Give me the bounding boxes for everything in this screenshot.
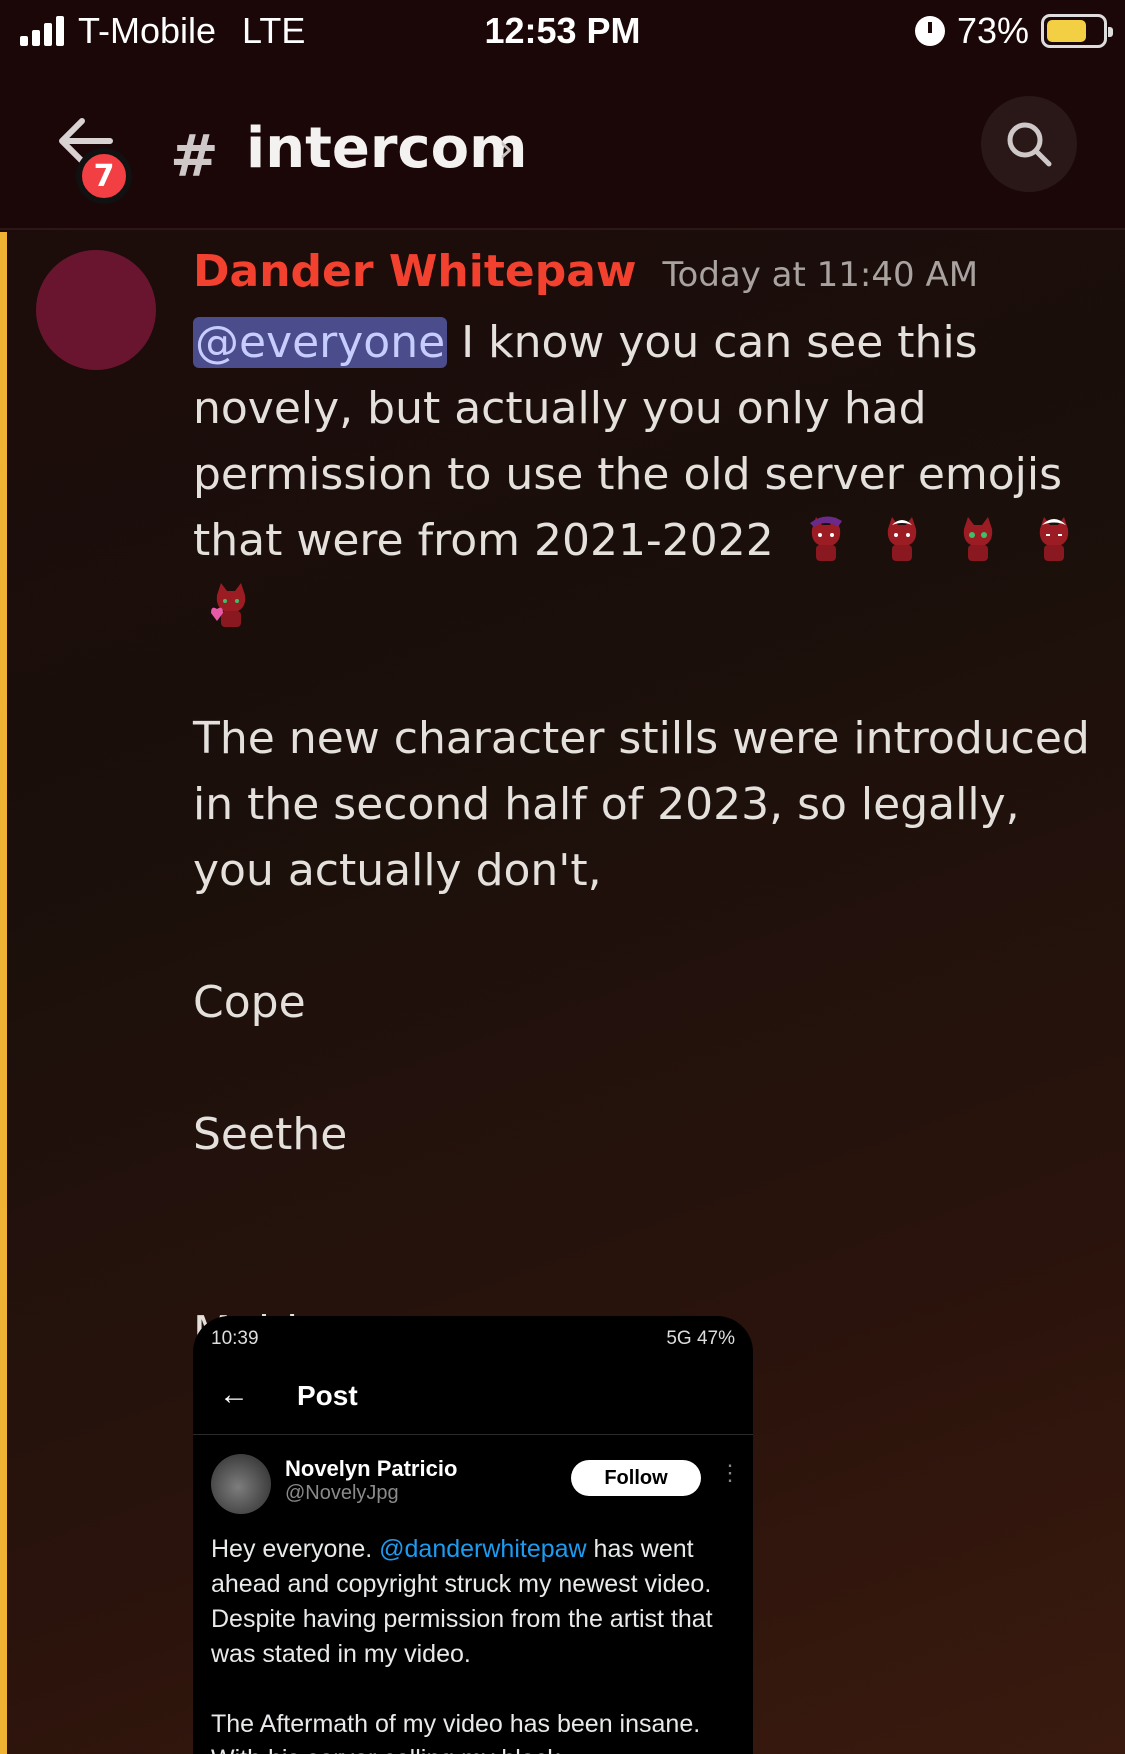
image-attachment[interactable]: 10:39 5G 47% ← Post Novelyn Patricio @No… <box>193 1316 753 1754</box>
embed-status-right: 5G 47% <box>666 1328 735 1349</box>
embed-author-name: Novelyn Patricio <box>285 1456 458 1481</box>
cat-emoji-1[interactable] <box>802 511 850 563</box>
battery-percent: 73% <box>956 10 1029 51</box>
message-body: @everyone I know you can see this novely… <box>193 310 1093 1366</box>
cat-emoji-2[interactable] <box>878 511 926 563</box>
battery-icon <box>1041 14 1113 48</box>
message-cope: Cope <box>193 977 306 1028</box>
unread-badge: 7 <box>76 148 132 204</box>
alarm-icon <box>914 16 945 46</box>
embed-back-arrow-icon: ← <box>219 1378 249 1411</box>
message-timestamp: Today at 11:40 AM <box>662 255 979 295</box>
embed-more-icon: ⋮ <box>719 1460 741 1485</box>
cat-emoji-4[interactable] <box>1030 511 1078 563</box>
embed-post-text-2: The Aftermath of my video has been insan… <box>211 1710 701 1754</box>
channel-hash-icon: # <box>170 122 219 190</box>
avatar[interactable] <box>36 250 156 370</box>
channel-title[interactable]: intercom <box>246 116 527 181</box>
embed-divider <box>193 1434 753 1435</box>
search-icon <box>1007 122 1052 167</box>
author-name[interactable]: Dander Whitepaw <box>193 246 637 297</box>
message-header: Dander Whitepaw Today at 11:40 AM <box>193 246 978 297</box>
cat-emoji-3[interactable] <box>954 511 1002 563</box>
embed-post-title: Post <box>297 1380 358 1411</box>
chevron-right-icon[interactable]: › <box>498 126 514 172</box>
embed-mention: @danderwhitepaw <box>379 1535 587 1563</box>
mention-highlight-bar <box>0 232 7 1754</box>
embed-avatar <box>211 1454 271 1514</box>
message-paragraph-1: @everyone I know you can see this novely… <box>193 310 1093 640</box>
status-bar: T-Mobile LTE 12:53 PM 73% <box>0 0 1125 64</box>
channel-header: 7 # intercom › <box>0 64 1125 230</box>
everyone-mention[interactable]: @everyone <box>193 317 448 368</box>
message-paragraph-2: The new character stills were introduced… <box>193 713 1090 896</box>
message-seethe: Seethe <box>193 1109 348 1160</box>
status-right: 73% <box>914 10 1113 52</box>
embed-follow-button: Follow <box>571 1460 701 1496</box>
cat-emoji-5[interactable] <box>207 577 255 629</box>
embed-author-handle: @NovelyJpg <box>285 1482 399 1504</box>
embed-post-text: Hey everyone. @danderwhitepaw has went a… <box>211 1532 741 1754</box>
search-button[interactable] <box>981 96 1077 192</box>
embed-text-start: Hey everyone. <box>211 1535 380 1563</box>
embed-status-time: 10:39 <box>211 1328 259 1349</box>
